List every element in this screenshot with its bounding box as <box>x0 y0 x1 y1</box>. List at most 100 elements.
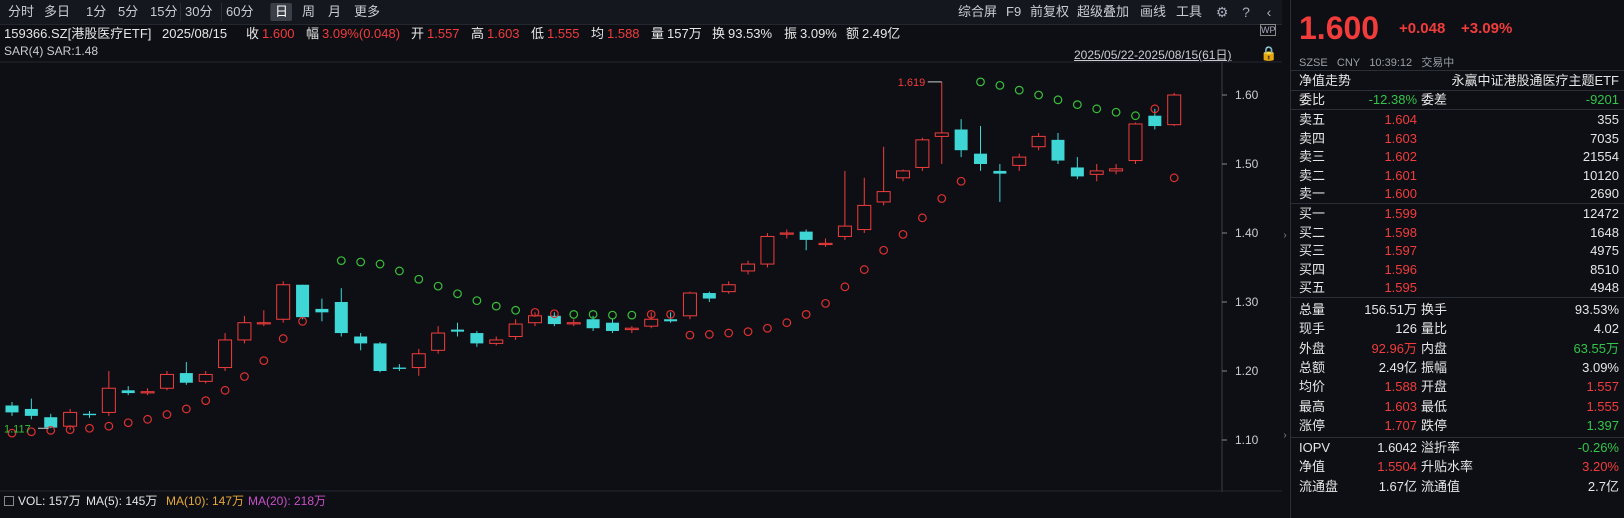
candle[interactable] <box>508 319 523 340</box>
candle[interactable] <box>993 164 1007 202</box>
candle[interactable] <box>876 146 891 206</box>
candle[interactable] <box>431 326 446 354</box>
stat-label: 流通盘 <box>1299 478 1339 494</box>
candle[interactable] <box>760 233 775 268</box>
sar-dot <box>162 410 172 419</box>
sar-dot <box>937 194 947 203</box>
candle[interactable] <box>334 288 348 337</box>
candle-body <box>1070 167 1084 177</box>
asks-row[interactable]: 卖五 1.604 355 <box>1291 111 1624 129</box>
stat-row: 最高 1.603 最低 1.555 <box>1291 398 1624 416</box>
candle[interactable] <box>121 386 135 396</box>
candle[interactable] <box>818 238 833 247</box>
candle[interactable] <box>624 326 639 334</box>
candle[interactable] <box>198 371 213 384</box>
candle[interactable] <box>1167 92 1182 127</box>
candle[interactable] <box>644 312 659 329</box>
candle[interactable] <box>682 291 697 320</box>
candle[interactable] <box>741 260 756 275</box>
candle[interactable] <box>779 229 794 239</box>
asks-row[interactable]: 卖三 1.602 21554 <box>1291 148 1624 166</box>
candle[interactable] <box>237 315 252 344</box>
level-volume: 8510 <box>1590 261 1619 277</box>
sar-dot <box>1034 90 1044 100</box>
bids-row[interactable]: 买二 1.598 1648 <box>1291 224 1624 242</box>
candle[interactable] <box>63 408 78 430</box>
candle[interactable] <box>837 170 852 240</box>
weicha-label: 委差 <box>1421 92 1448 107</box>
level-price: 1.602 <box>1384 149 1417 165</box>
nav-row[interactable]: 净值走势 永赢中证港股通医疗主题ETF <box>1291 72 1624 90</box>
candle[interactable] <box>915 137 930 171</box>
candle[interactable] <box>218 333 233 371</box>
candle[interactable] <box>702 291 716 302</box>
asks-row[interactable]: 卖四 1.603 7035 <box>1291 130 1624 148</box>
stat-value: 1.6042 <box>1377 440 1417 455</box>
bids-row[interactable]: 买五 1.595 4948 <box>1291 279 1624 297</box>
stat-row: 现手 126 量比 4.02 <box>1291 320 1624 338</box>
stat-label: 换手 <box>1421 302 1448 317</box>
collapse-box-icon[interactable] <box>4 496 14 506</box>
candle[interactable] <box>470 330 484 347</box>
candle[interactable] <box>896 169 911 182</box>
candle[interactable] <box>159 371 174 391</box>
candle[interactable] <box>721 281 736 294</box>
weibi-value: -12.38% <box>1368 92 1417 107</box>
candle[interactable] <box>1089 164 1104 182</box>
candle[interactable] <box>605 319 619 334</box>
candle[interactable] <box>566 319 581 327</box>
stat-label: IOPV <box>1299 440 1331 455</box>
nav-trend-link[interactable]: 净值走势 <box>1299 72 1351 90</box>
level-label: 卖三 <box>1299 149 1326 165</box>
expand-icon[interactable]: › <box>1280 430 1290 441</box>
candle[interactable] <box>1031 132 1046 151</box>
candle[interactable] <box>140 388 155 396</box>
candle[interactable] <box>664 312 678 323</box>
candle[interactable] <box>1070 157 1084 180</box>
candle[interactable] <box>296 284 310 320</box>
candle[interactable] <box>799 229 813 251</box>
candle[interactable] <box>179 362 193 385</box>
candle[interactable] <box>411 348 426 376</box>
candle[interactable] <box>1109 164 1124 175</box>
candle[interactable] <box>101 371 116 416</box>
bids-row[interactable]: 买一 1.599 12472 <box>1291 205 1624 223</box>
candle[interactable] <box>974 126 987 171</box>
asks-row[interactable]: 卖二 1.601 10120 <box>1291 167 1624 185</box>
level-volume: 1648 <box>1590 224 1619 240</box>
candle-body <box>489 339 504 344</box>
candle-body <box>24 408 38 416</box>
bids-row[interactable]: 买三 1.597 4975 <box>1291 242 1624 260</box>
candle[interactable] <box>451 322 465 337</box>
candle[interactable] <box>1012 153 1027 171</box>
candle[interactable] <box>1128 122 1143 164</box>
candle[interactable] <box>315 298 329 322</box>
collapse-right-icon[interactable]: › <box>1280 230 1290 241</box>
stat-value: 4.02 <box>1593 321 1619 337</box>
candlestick-chart[interactable]: 1.60 1.50 1.40 1.30 1.20 1.10 1.619 1.117 <box>0 0 1282 492</box>
candle-body <box>198 373 213 382</box>
candle[interactable] <box>373 342 387 373</box>
candle[interactable] <box>24 398 38 420</box>
stat-value: 1.603 <box>1384 398 1417 414</box>
candle[interactable] <box>527 312 542 327</box>
candle[interactable] <box>256 310 271 327</box>
candle[interactable] <box>954 119 968 158</box>
bids-row[interactable]: 买四 1.596 8510 <box>1291 261 1624 279</box>
candle[interactable] <box>354 333 368 351</box>
candle[interactable] <box>1148 108 1162 130</box>
candle[interactable] <box>82 411 96 418</box>
candle[interactable] <box>1051 132 1065 164</box>
sar-dot <box>336 256 346 266</box>
candle[interactable] <box>934 81 949 164</box>
asks-row[interactable]: 卖一 1.600 2690 <box>1291 185 1624 203</box>
candle[interactable] <box>276 281 291 323</box>
candle[interactable] <box>547 312 561 327</box>
candle[interactable] <box>392 364 406 371</box>
candle[interactable] <box>5 402 19 416</box>
level-label: 买五 <box>1299 280 1326 296</box>
candle[interactable] <box>489 336 504 346</box>
candle-body <box>508 323 523 337</box>
candle[interactable] <box>857 177 872 233</box>
sar-dot <box>859 265 869 274</box>
